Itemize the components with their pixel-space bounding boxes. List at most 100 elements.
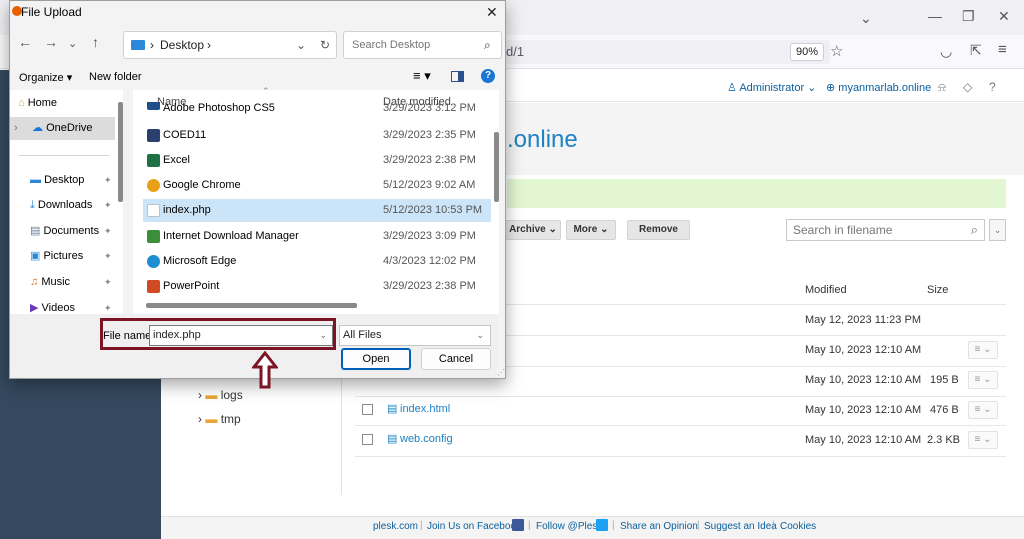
footer-link[interactable]: Cookies xyxy=(780,521,816,532)
help-icon[interactable]: ? xyxy=(989,80,996,94)
forward-arrow-icon[interactable]: → xyxy=(44,34,58,50)
organize-button[interactable]: Organize ▾ xyxy=(19,71,72,84)
nav-item-desktop[interactable]: ▬ Desktop ✦ xyxy=(30,169,143,192)
close-window-icon[interactable]: ✕ xyxy=(998,8,1010,25)
column-modified[interactable]: Modified xyxy=(805,284,847,296)
cancel-button[interactable]: Cancel xyxy=(421,348,491,370)
column-size[interactable]: Size xyxy=(927,284,948,296)
nav-item-pictures[interactable]: ▣ Pictures ✦ xyxy=(30,245,143,268)
row-checkbox[interactable] xyxy=(362,404,373,415)
footer-link[interactable]: Join Us on Facebook xyxy=(427,521,521,532)
pin-icon: ✦ xyxy=(104,226,112,236)
file-type-select[interactable]: All Files ⌄ xyxy=(339,325,491,346)
help-icon[interactable]: ? xyxy=(481,69,495,83)
close-icon[interactable]: ✕ xyxy=(486,4,498,21)
feedback-icon[interactable]: ◇ xyxy=(963,80,972,94)
address-history-chevron-icon[interactable]: ⌄ xyxy=(296,32,306,58)
file-name: Google Chrome xyxy=(163,179,241,191)
open-button[interactable]: Open xyxy=(341,348,411,370)
file-row[interactable]: COED11 3/29/2023 2:35 PM xyxy=(143,124,491,147)
file-row-selected[interactable]: index.php 5/12/2023 10:53 PM xyxy=(143,199,491,222)
tree-item-tmp[interactable]: › ▬ tmp xyxy=(198,412,241,426)
menu-hamburger-icon[interactable]: ≡ xyxy=(998,41,1007,58)
facebook-icon[interactable] xyxy=(512,519,524,531)
table-divider xyxy=(355,425,1006,426)
file-row[interactable]: Adobe Photoshop CS5 3/29/2023 3:12 PM xyxy=(143,102,491,116)
footer-link[interactable]: Share an Opinion xyxy=(620,521,698,532)
up-arrow-icon[interactable]: ↑ xyxy=(92,34,99,50)
search-icon: ⌕ xyxy=(484,38,491,52)
nav-item-documents[interactable]: ▤ Documents ✦ xyxy=(30,220,143,243)
download-icon: ⤓ xyxy=(30,199,38,211)
preview-pane-icon[interactable] xyxy=(451,71,464,82)
nav-scrollbar[interactable] xyxy=(118,102,123,202)
edge-icon xyxy=(147,255,160,268)
user-name: Administrator xyxy=(739,82,805,94)
file-vertical-scrollbar[interactable] xyxy=(494,132,499,202)
file-row[interactable]: Excel 3/29/2023 2:38 PM xyxy=(143,149,491,172)
footer-link[interactable]: Suggest an Idea xyxy=(704,521,777,532)
minimize-icon[interactable]: — xyxy=(928,8,942,24)
url-bar[interactable]: d/1 xyxy=(500,40,830,64)
footer-link[interactable]: Follow @Plesk xyxy=(536,521,602,532)
nav-item-onedrive[interactable]: › ☁ OneDrive xyxy=(10,117,115,140)
pin-icon: ✦ xyxy=(104,277,112,287)
documents-icon: ▤ xyxy=(30,225,44,237)
file-row[interactable]: PowerPoint 3/29/2023 2:38 PM xyxy=(143,275,491,298)
nav-item-downloads[interactable]: ⤓ Downloads ✦ xyxy=(30,194,143,217)
footer-link[interactable]: plesk.com xyxy=(373,521,418,532)
row-menu-button[interactable]: ≡ ⌄ xyxy=(968,401,998,419)
file-row[interactable]: Microsoft Edge 4/3/2023 12:02 PM xyxy=(143,250,491,273)
nav-label: Documents xyxy=(43,225,100,237)
footer-separator: | xyxy=(612,520,615,531)
user-menu[interactable]: ♙ Administrator ⌄ xyxy=(727,81,816,94)
tree-item-logs[interactable]: › ▬ logs xyxy=(198,388,243,402)
share-icon[interactable]: ⇱ xyxy=(970,42,982,59)
new-folder-button[interactable]: New folder xyxy=(89,71,142,83)
restore-icon[interactable]: ❐ xyxy=(962,8,975,25)
file-date: 4/3/2023 12:02 PM xyxy=(383,255,476,267)
back-arrow-icon[interactable]: ← xyxy=(18,34,32,50)
file-row[interactable]: Google Chrome 5/12/2023 9:02 AM xyxy=(143,174,491,197)
success-message-bar xyxy=(507,179,1006,208)
file-link-index-html[interactable]: index.html xyxy=(400,403,450,415)
file-name: PowerPoint xyxy=(163,280,220,292)
file-link-web-config[interactable]: web.config xyxy=(400,433,453,445)
nav-item-music[interactable]: ♫ Music ✦ xyxy=(30,271,143,294)
search-options-button[interactable]: ⌄ xyxy=(989,219,1006,241)
refresh-icon[interactable]: ↻ xyxy=(320,32,330,58)
tree-label: logs xyxy=(220,388,243,402)
dialog-search-input[interactable]: Search Desktop ⌕ xyxy=(343,31,502,59)
twitter-icon[interactable] xyxy=(596,519,608,531)
file-date: 3/29/2023 3:09 PM xyxy=(383,230,476,242)
row-menu-button[interactable]: ≡ ⌄ xyxy=(968,341,998,359)
subscription-menu[interactable]: ⊕ myanmarlab.online xyxy=(826,81,931,94)
more-button[interactable]: More ⌄ xyxy=(566,220,616,240)
zoom-badge[interactable]: 90% xyxy=(790,43,825,61)
view-options-icon[interactable]: ≡ ▾ xyxy=(413,68,431,84)
resize-grip-icon[interactable]: ⋰ xyxy=(497,368,505,377)
pin-icon: ✦ xyxy=(104,175,112,185)
search-placeholder: Search Desktop xyxy=(352,39,431,51)
file-row[interactable]: Internet Download Manager 3/29/2023 3:09 … xyxy=(143,225,491,248)
breadcrumb-separator: › xyxy=(150,38,154,52)
archive-button[interactable]: Archive ⌄ xyxy=(505,220,561,240)
address-bar[interactable]: › Desktop › ⌄ ↻ xyxy=(123,31,337,59)
pocket-icon[interactable]: ◡ xyxy=(940,43,952,60)
breadcrumb-desktop[interactable]: Desktop xyxy=(160,32,204,58)
notifications-icon[interactable]: ⍾ xyxy=(938,80,946,95)
row-menu-button[interactable]: ≡ ⌄ xyxy=(968,431,998,449)
file-horizontal-scrollbar[interactable] xyxy=(146,303,357,308)
footer-separator: | xyxy=(420,520,423,531)
filename-search-input[interactable]: Search in filename ⌕ xyxy=(786,219,985,241)
nav-item-home[interactable]: ⌂ Home xyxy=(18,92,131,115)
recent-locations-chevron-icon[interactable]: ⌄ xyxy=(68,37,77,50)
tab-list-chevron-icon[interactable]: ⌄ xyxy=(860,10,872,27)
remove-label: Remove xyxy=(639,224,678,235)
row-menu-button[interactable]: ≡ ⌄ xyxy=(968,371,998,389)
remove-button[interactable]: Remove xyxy=(627,220,690,240)
row-checkbox[interactable] xyxy=(362,434,373,445)
bookmark-star-icon[interactable]: ☆ xyxy=(830,42,843,60)
nav-label: Downloads xyxy=(37,199,93,211)
nav-item-videos[interactable]: ▶ Videos ✦ xyxy=(30,297,143,314)
